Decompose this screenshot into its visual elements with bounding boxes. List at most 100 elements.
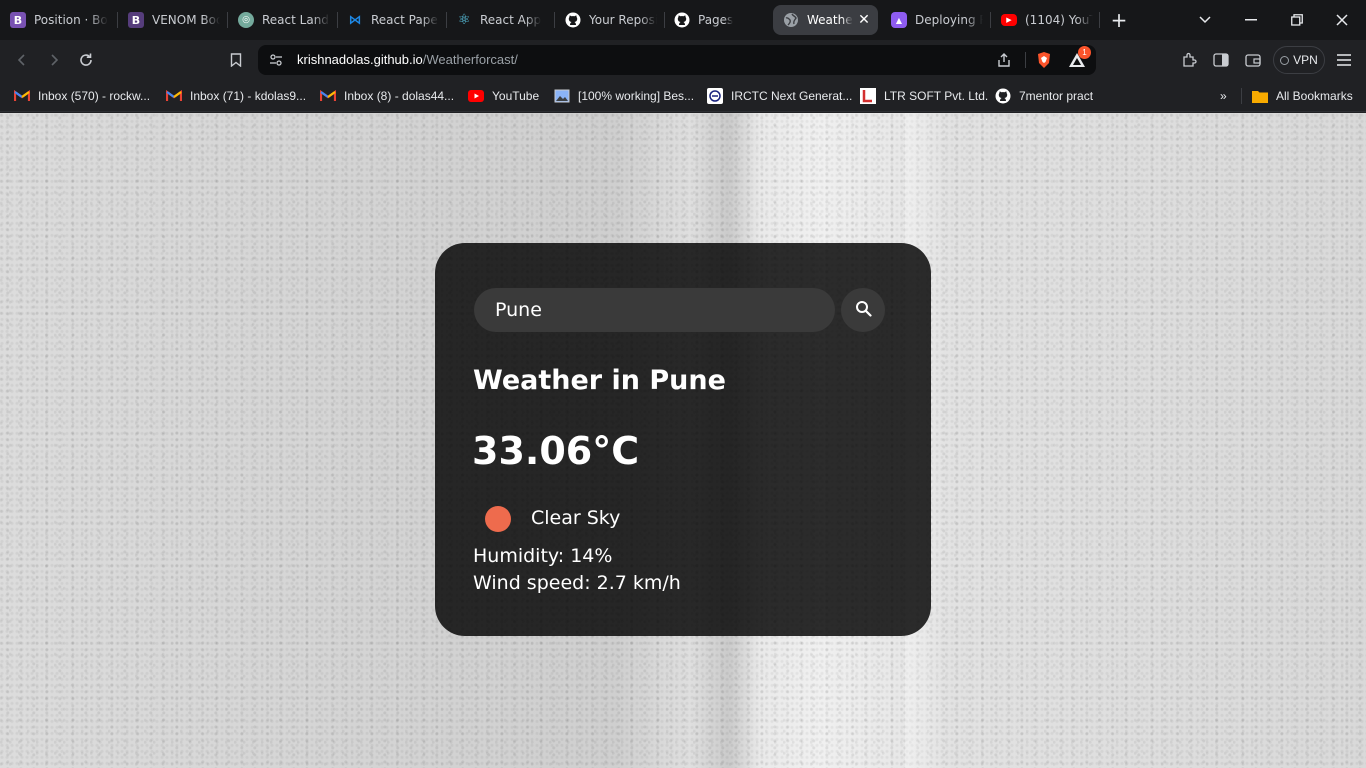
url-text: krishnadolas.github.io/Weatherforcast/ xyxy=(297,52,518,67)
tab-title: Position · Bo xyxy=(34,13,108,27)
tab-title: React Paper xyxy=(371,13,439,27)
irctc-icon xyxy=(707,88,723,104)
bookmark-label: LTR SOFT Pvt. Ltd. xyxy=(884,89,989,103)
tab-divider xyxy=(446,12,447,28)
bookmark-100-working[interactable]: [100% working] Bes... xyxy=(554,86,694,106)
all-bookmarks-label: All Bookmarks xyxy=(1276,89,1353,103)
tab-venom-bootstrap[interactable]: B VENOM Boo xyxy=(128,5,220,35)
gmail-icon xyxy=(14,88,30,104)
reload-icon[interactable] xyxy=(74,48,98,72)
tab-title: Deploying R xyxy=(915,13,983,27)
bookmark-ltr-soft[interactable]: LTR SOFT Pvt. Ltd. xyxy=(860,86,988,106)
tab-divider xyxy=(337,12,338,28)
tab-youtube[interactable]: ▶ (1104) YouT xyxy=(1001,5,1093,35)
bookmark-label: Inbox (71) - kdolas9... xyxy=(190,89,307,103)
bookmark-label: IRCTC Next Generat... xyxy=(731,89,853,103)
bookmark-gmail-dolas44[interactable]: Inbox (8) - dolas44... xyxy=(320,86,454,106)
clear-sky-sun-icon xyxy=(485,506,511,532)
tab-your-repositories[interactable]: Your Reposi xyxy=(565,5,657,35)
tab-strip: B Position · Bo B VENOM Boo ◎ React Land… xyxy=(0,0,1366,40)
url-domain: krishnadolas.github.io xyxy=(297,52,423,67)
url-path: /Weatherforcast/ xyxy=(422,52,518,67)
bookmarks-divider xyxy=(1241,88,1242,104)
notification-badge: 1 xyxy=(1078,46,1091,59)
tab-divider xyxy=(990,12,991,28)
vpn-status-icon xyxy=(1280,55,1290,65)
tab-divider xyxy=(227,12,228,28)
bookmark-label: 7mentor pract xyxy=(1019,89,1094,103)
bookmark-label: [100% working] Bes... xyxy=(578,89,695,103)
search-button[interactable] xyxy=(841,288,885,332)
bookmark-page-icon[interactable] xyxy=(224,48,248,72)
tab-title: React Landin xyxy=(262,13,330,27)
bookmark-gmail-rockw[interactable]: Inbox (570) - rockw... xyxy=(14,86,150,106)
github-icon xyxy=(565,12,581,28)
folder-icon xyxy=(1252,88,1268,104)
tab-divider xyxy=(554,12,555,28)
bootstrap-icon: B xyxy=(128,12,144,28)
tab-divider xyxy=(1099,12,1100,28)
search-icon xyxy=(855,300,872,320)
openai-icon: ◎ xyxy=(238,12,254,28)
deploy-icon: ▲ xyxy=(891,12,907,28)
tab-react-app[interactable]: ⚛ React App xyxy=(456,5,546,35)
tab-title: Your Reposi xyxy=(589,13,657,27)
tab-react-paper[interactable]: ⋈ React Paper xyxy=(347,5,440,35)
mui-icon: ⋈ xyxy=(348,12,362,28)
menu-icon[interactable] xyxy=(1332,48,1356,72)
tab-title: Weathe xyxy=(807,13,853,27)
tab-divider xyxy=(117,12,118,28)
youtube-icon xyxy=(468,88,484,104)
city-search-input[interactable] xyxy=(474,288,835,332)
site-settings-icon[interactable] xyxy=(268,52,284,72)
ltr-icon xyxy=(860,88,876,104)
omnibox-divider xyxy=(1025,52,1026,68)
back-icon[interactable] xyxy=(10,48,34,72)
all-bookmarks-folder[interactable]: All Bookmarks xyxy=(1252,86,1353,106)
bookmark-gmail-kdolas[interactable]: Inbox (71) - kdolas9... xyxy=(166,86,306,106)
browser-toolbar: krishnadolas.github.io/Weatherforcast/ 1… xyxy=(0,40,1366,80)
image-icon xyxy=(554,88,570,104)
extensions-icon[interactable] xyxy=(1177,48,1201,72)
share-icon[interactable] xyxy=(996,52,1012,72)
close-window-icon[interactable] xyxy=(1328,6,1356,34)
bookmark-label: Inbox (8) - dolas44... xyxy=(344,89,455,103)
tab-title: (1104) YouT xyxy=(1025,13,1093,27)
humidity: Humidity: 14% xyxy=(473,545,613,567)
weather-card: Weather in Pune 33.06°C Clear Sky Humidi… xyxy=(435,243,931,636)
bookmark-7mentor[interactable]: 7mentor pract xyxy=(995,86,1093,106)
tab-title: Pages xyxy=(698,13,734,27)
bookmark-youtube[interactable]: YouTube xyxy=(468,86,539,106)
wind-speed: Wind speed: 2.7 km/h xyxy=(473,572,681,594)
address-bar[interactable]: krishnadolas.github.io/Weatherforcast/ 1 xyxy=(258,45,1096,75)
youtube-icon: ▶ xyxy=(1001,14,1017,26)
bookmark-irctc[interactable]: IRCTC Next Generat... xyxy=(707,86,852,106)
brave-shields-icon[interactable] xyxy=(1035,51,1053,73)
minimize-icon[interactable] xyxy=(1237,6,1265,34)
vpn-label: VPN xyxy=(1293,53,1318,67)
bookmarks-bar: Inbox (570) - rockw... Inbox (71) - kdol… xyxy=(0,80,1366,112)
github-icon xyxy=(674,12,690,28)
react-icon: ⚛ xyxy=(457,12,471,28)
restore-icon[interactable] xyxy=(1283,6,1311,34)
city-heading: Weather in Pune xyxy=(473,365,726,396)
tab-title: React App xyxy=(480,13,542,27)
vpn-button[interactable]: VPN xyxy=(1273,46,1325,74)
wallet-icon[interactable] xyxy=(1241,48,1265,72)
sidebar-icon[interactable] xyxy=(1209,48,1233,72)
close-tab-icon[interactable]: ✕ xyxy=(856,12,872,28)
gmail-icon xyxy=(166,88,182,104)
more-bookmarks-chevron-icon[interactable]: » xyxy=(1220,86,1227,106)
forward-icon[interactable] xyxy=(42,48,66,72)
bookmark-label: YouTube xyxy=(492,89,540,103)
tab-deploying-react[interactable]: ▲ Deploying R xyxy=(891,5,983,35)
temperature: 33.06°C xyxy=(472,429,640,473)
globe-icon xyxy=(783,12,799,28)
tab-position-bootstrap[interactable]: B Position · Bo xyxy=(10,5,110,35)
bootstrap-icon: B xyxy=(10,12,26,28)
bookmark-label: Inbox (570) - rockw... xyxy=(38,89,151,103)
tab-react-landing[interactable]: ◎ React Landin xyxy=(238,5,330,35)
tab-pages[interactable]: Pages xyxy=(674,5,766,35)
tab-search-chevron-icon[interactable] xyxy=(1191,6,1219,34)
new-tab-plus-icon[interactable]: + xyxy=(1105,6,1133,34)
